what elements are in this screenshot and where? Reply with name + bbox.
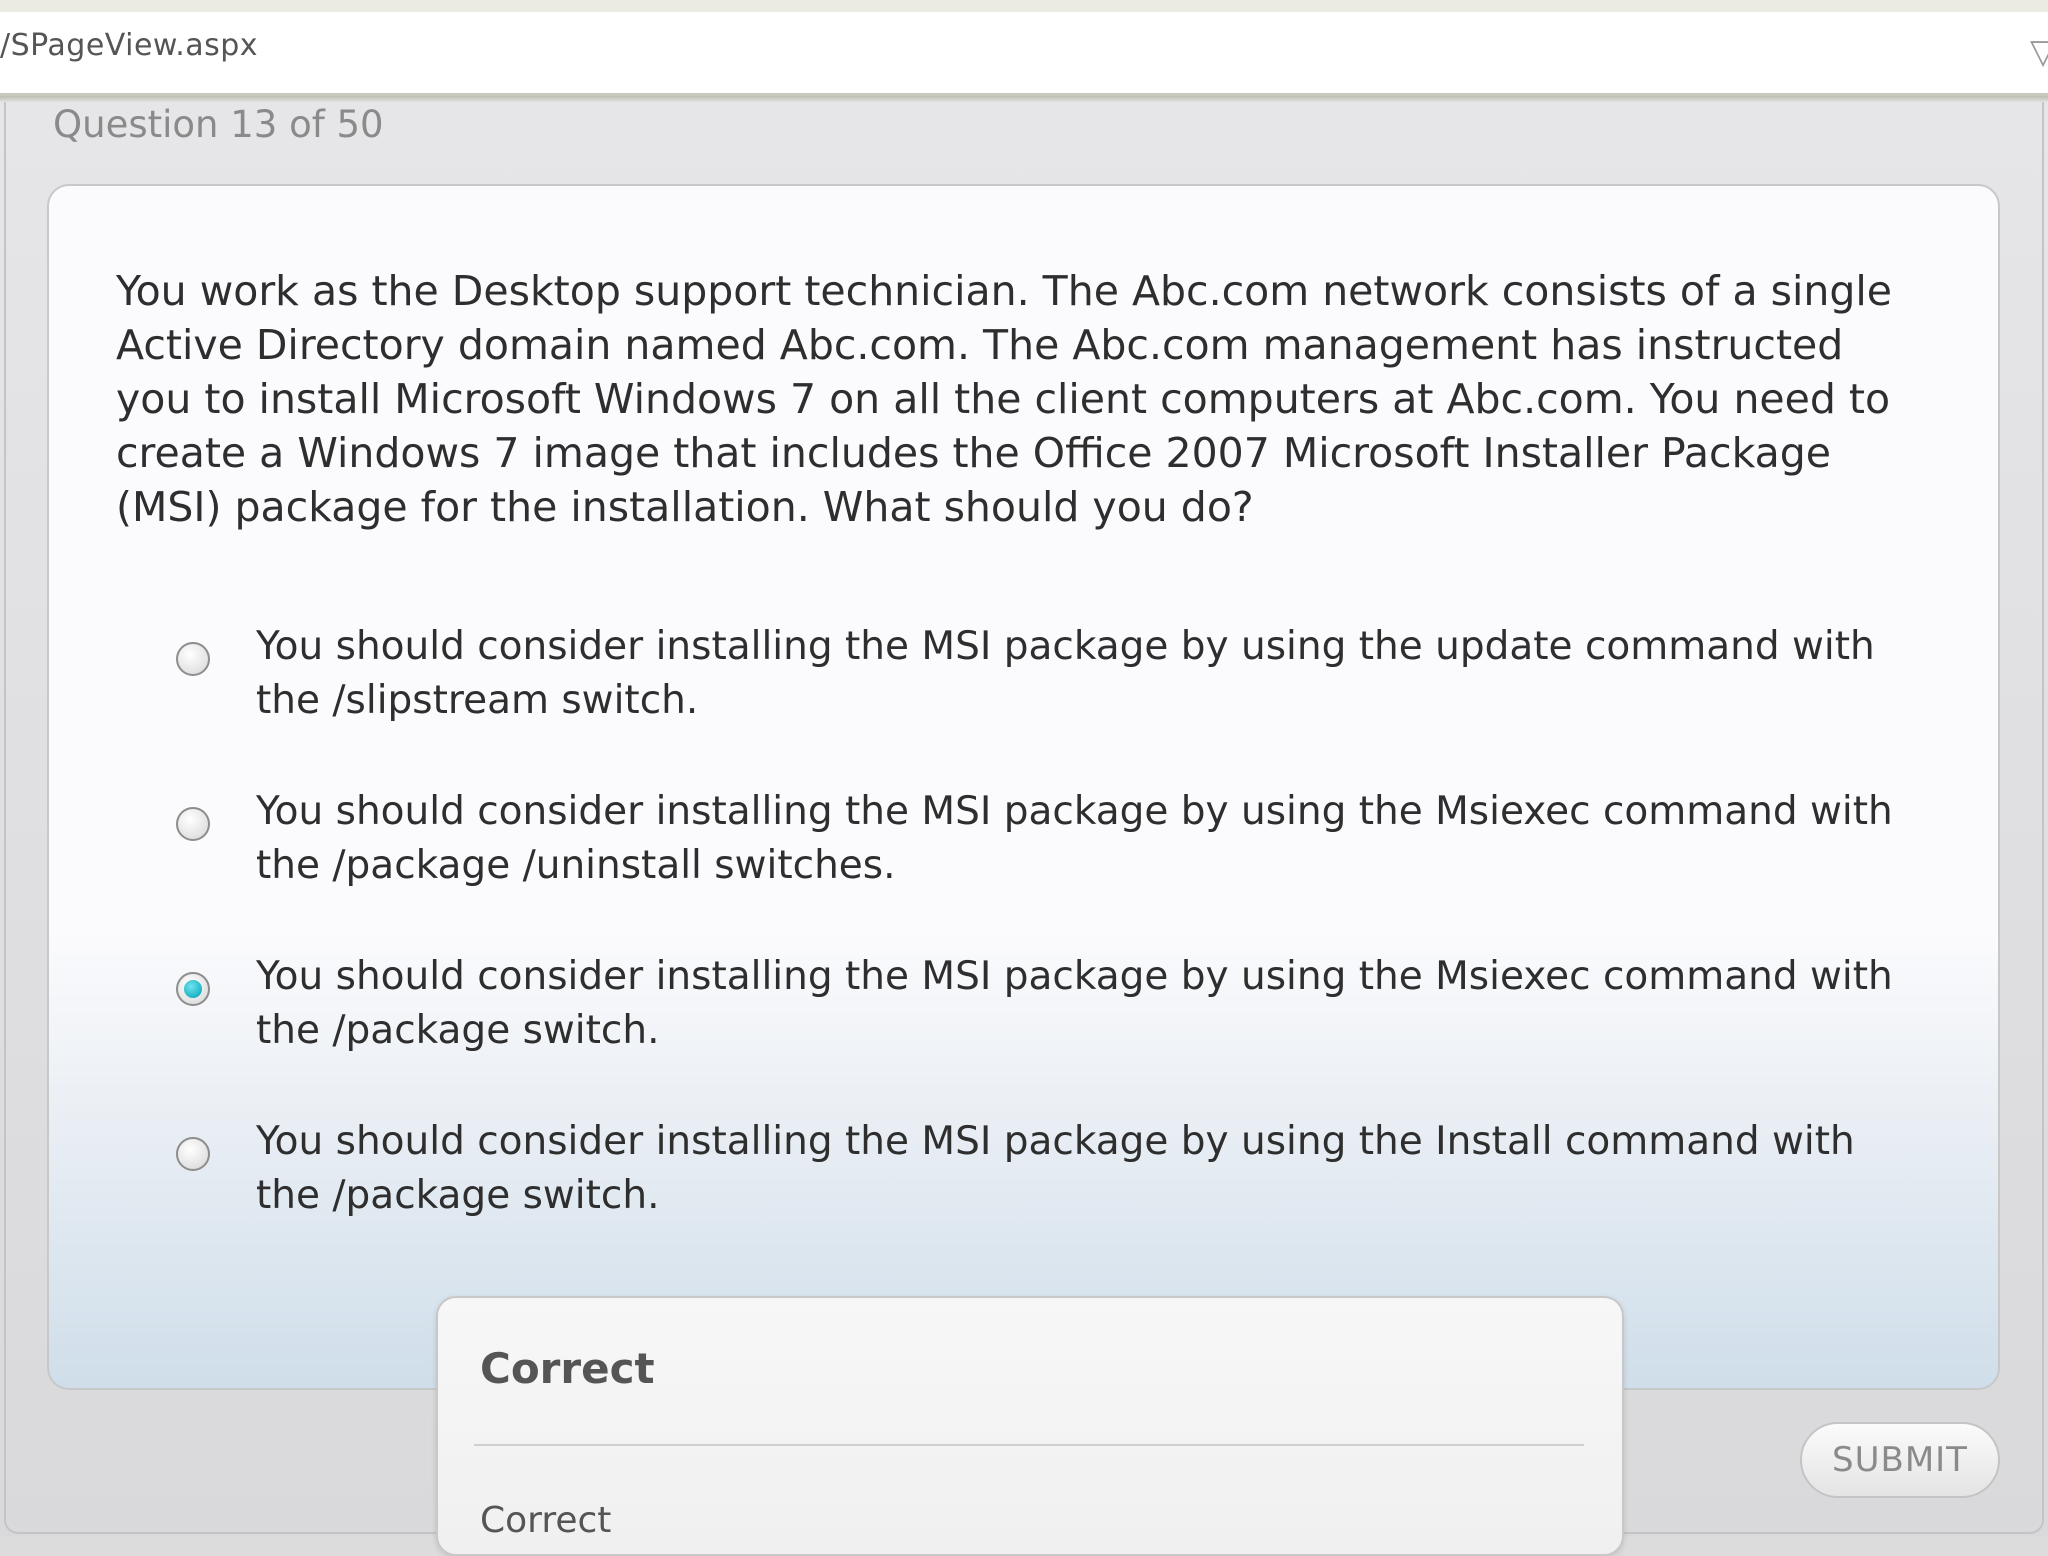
answer-option-label[interactable]: You should consider installing the MSI p… [256,1115,1896,1223]
address-text[interactable]: /SPageView.aspx [0,28,258,63]
feedback-title: Correct [480,1344,655,1393]
answer-option-1[interactable]: You should consider installing the MSI p… [176,620,1896,730]
radio-button-selected[interactable] [176,972,210,1006]
answer-option-label[interactable]: You should consider installing the MSI p… [256,950,1896,1058]
submit-button[interactable]: SUBMIT [1800,1422,2000,1498]
address-bar[interactable]: /SPageView.aspx ▽ [0,12,2048,96]
feedback-divider [474,1444,1584,1446]
question-text: You work as the Desktop support technici… [116,267,1893,531]
answer-option-4[interactable]: You should consider installing the MSI p… [176,1115,1896,1225]
feedback-panel: Correct Correct [436,1296,1624,1556]
answer-option-3[interactable]: You should consider installing the MSI p… [176,950,1896,1060]
radio-button[interactable] [176,807,210,841]
feedback-body: Correct [480,1500,612,1541]
question-counter: Question 13 of 50 [53,103,384,146]
radio-button[interactable] [176,1137,210,1171]
answer-option-label[interactable]: You should consider installing the MSI p… [256,785,1896,893]
answer-option-2[interactable]: You should consider installing the MSI p… [176,785,1896,895]
answer-option-label[interactable]: You should consider installing the MSI p… [256,620,1896,728]
radio-button[interactable] [176,642,210,676]
filter-icon[interactable]: ▽ [2030,32,2048,72]
